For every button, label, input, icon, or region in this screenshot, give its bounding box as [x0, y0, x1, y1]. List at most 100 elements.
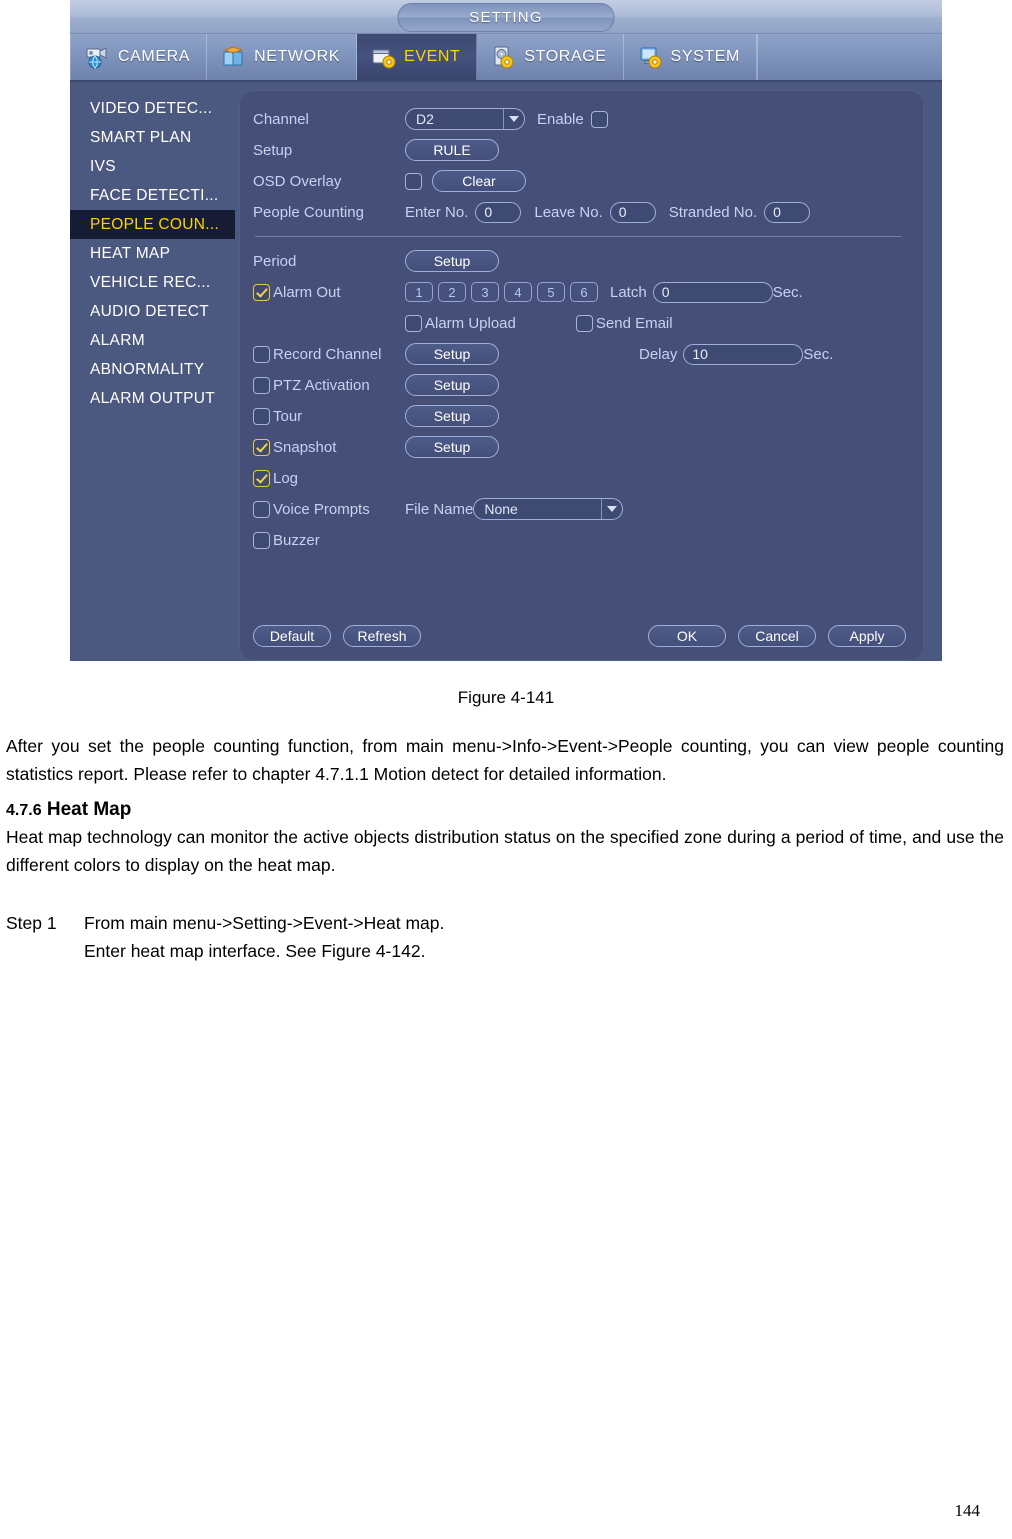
- tab-storage[interactable]: STORAGE: [477, 34, 624, 80]
- snapshot-checkbox[interactable]: [253, 438, 270, 456]
- log-check-label[interactable]: Log: [253, 469, 405, 487]
- step-1: Step 1 From main menu->Setting->Event->He…: [6, 909, 1004, 965]
- file-name-select[interactable]: None: [473, 498, 624, 520]
- period-row: Period Setup: [253, 246, 906, 276]
- sidebar-item-video-detect[interactable]: VIDEO DETEC...: [70, 94, 235, 123]
- paragraph-people-counting: After you set the people counting functi…: [6, 736, 1004, 785]
- delay-input[interactable]: 10: [683, 343, 804, 365]
- sidebar-item-people-counting[interactable]: PEOPLE COUN...: [70, 210, 235, 239]
- storage-icon: [491, 45, 517, 69]
- sidebar-item-heat-map[interactable]: HEAT MAP: [70, 239, 235, 268]
- clear-button[interactable]: Clear: [432, 170, 526, 192]
- ptz-activation-checkbox[interactable]: [253, 376, 270, 394]
- sidebar-item-label: VIDEO DETEC...: [90, 100, 213, 117]
- leave-no-input[interactable]: 0: [609, 201, 656, 223]
- tour-checkbox[interactable]: [253, 407, 270, 425]
- event-icon: [371, 45, 397, 69]
- channel-select[interactable]: D2: [405, 108, 525, 130]
- osd-overlay-checkbox[interactable]: [405, 172, 422, 190]
- sidebar-item-alarm-output[interactable]: ALARM OUTPUT: [70, 384, 235, 413]
- alarm-out-channel-1[interactable]: 1: [405, 282, 433, 302]
- alarm-out-checkbox[interactable]: [253, 283, 270, 301]
- sidebar-item-abnormality[interactable]: ABNORMALITY: [70, 355, 235, 384]
- sidebar-item-label: ALARM OUTPUT: [90, 390, 216, 407]
- record-channel-check-label[interactable]: Record Channel: [253, 345, 405, 363]
- latch-input[interactable]: 0: [652, 281, 773, 303]
- stranded-no-label: Stranded No.: [668, 203, 758, 221]
- people-counting-row: People Counting Enter No. 0 Leave No. 0 …: [253, 197, 906, 227]
- tour-label: Tour: [273, 407, 303, 425]
- default-button[interactable]: Default: [253, 625, 331, 647]
- channel-label: Channel: [253, 110, 309, 128]
- tour-check-label[interactable]: Tour: [253, 407, 405, 425]
- record-channel-setup-button[interactable]: Setup: [405, 343, 499, 365]
- log-checkbox[interactable]: [253, 469, 270, 487]
- section-heading-heat-map: 4.7.6 Heat Map: [6, 799, 1004, 821]
- alarm-out-channel-5[interactable]: 5: [537, 282, 565, 302]
- send-email-checkbox[interactable]: [575, 314, 593, 332]
- stranded-no-input[interactable]: 0: [764, 201, 811, 223]
- document-body: Figure 4-141 After you set the people co…: [0, 650, 1012, 965]
- chevron-down-icon: [601, 499, 622, 519]
- send-email-check-label[interactable]: Send Email: [575, 314, 673, 332]
- alarm-out-channel-6[interactable]: 6: [570, 282, 598, 302]
- rule-button[interactable]: RULE: [405, 139, 499, 161]
- alarm-upload-check-label[interactable]: Alarm Upload: [405, 314, 516, 332]
- sidebar-item-vehicle-recognition[interactable]: VEHICLE REC...: [70, 268, 235, 297]
- sidebar-item-ivs[interactable]: IVS: [70, 152, 235, 181]
- enter-no-input[interactable]: 0: [475, 201, 522, 223]
- snapshot-check-label[interactable]: Snapshot: [253, 438, 405, 456]
- file-name-select-value: None: [484, 501, 518, 517]
- period-setup-button[interactable]: Setup: [405, 250, 499, 272]
- snapshot-setup-button[interactable]: Setup: [405, 436, 499, 458]
- ok-button[interactable]: OK: [648, 625, 726, 647]
- tab-network[interactable]: NETWORK: [207, 34, 358, 80]
- snapshot-label: Snapshot: [273, 438, 337, 456]
- sidebar-item-audio-detect[interactable]: AUDIO DETECT: [70, 297, 235, 326]
- file-name-label: File Name: [405, 500, 474, 518]
- alarm-out-channel-2[interactable]: 2: [438, 282, 466, 302]
- voice-prompts-checkbox[interactable]: [253, 500, 270, 518]
- sidebar-item-smart-plan[interactable]: SMART PLAN: [70, 123, 235, 152]
- record-channel-row: Record Channel Setup Delay 10 Sec.: [253, 339, 906, 369]
- ptz-activation-setup-button[interactable]: Setup: [405, 374, 499, 396]
- tab-camera[interactable]: CAMERA: [70, 34, 208, 80]
- apply-button[interactable]: Apply: [828, 625, 906, 647]
- tab-event[interactable]: EVENT: [357, 34, 478, 80]
- channel-row: Channel D2 Enable: [253, 104, 906, 134]
- latch-label: Latch: [610, 283, 647, 301]
- dialog-title: SETTING: [397, 3, 615, 32]
- alarm-out-check-label[interactable]: Alarm Out: [253, 283, 405, 301]
- refresh-button[interactable]: Refresh: [343, 625, 421, 647]
- enable-checkbox[interactable]: [590, 110, 608, 128]
- channel-select-value: D2: [416, 111, 434, 127]
- tab-camera-label: CAMERA: [118, 48, 191, 65]
- delay-label: Delay: [639, 345, 678, 363]
- people-counting-label: People Counting: [253, 203, 364, 221]
- record-channel-checkbox[interactable]: [253, 345, 270, 363]
- delay-unit: Sec.: [803, 345, 834, 363]
- enable-label: Enable: [537, 110, 584, 128]
- cancel-button[interactable]: Cancel: [738, 625, 816, 647]
- tour-setup-button[interactable]: Setup: [405, 405, 499, 427]
- figure-caption: Figure 4-141: [457, 688, 555, 707]
- alarm-upload-checkbox[interactable]: [405, 314, 422, 332]
- sidebar-item-alarm[interactable]: ALARM: [70, 326, 235, 355]
- buzzer-check-label[interactable]: Buzzer: [253, 531, 405, 549]
- leave-no-label: Leave No.: [534, 203, 603, 221]
- voice-prompts-check-label[interactable]: Voice Prompts: [253, 500, 405, 518]
- sidebar-item-label: ALARM: [90, 332, 145, 349]
- setup-label: Setup: [253, 141, 293, 159]
- alarm-out-row: Alarm Out 1 2 3 4 5 6 Latch 0 Sec.: [253, 277, 906, 307]
- buzzer-checkbox[interactable]: [253, 531, 270, 549]
- section-heading-text: Heat Map: [46, 798, 132, 820]
- alarm-out-channel-4[interactable]: 4: [504, 282, 532, 302]
- sidebar-item-face-detection[interactable]: FACE DETECTI...: [70, 181, 235, 210]
- footer-right-group: OK Cancel Apply: [648, 625, 906, 647]
- alarm-out-channel-3[interactable]: 3: [471, 282, 499, 302]
- ptz-activation-check-label[interactable]: PTZ Activation: [253, 376, 405, 394]
- step-1-subtext: Enter heat map interface. See Figure 4-1…: [84, 941, 426, 962]
- tab-system[interactable]: SYSTEM: [624, 34, 757, 80]
- alarm-upload-row: Alarm Upload Send Email: [253, 308, 906, 338]
- system-icon: [638, 45, 664, 69]
